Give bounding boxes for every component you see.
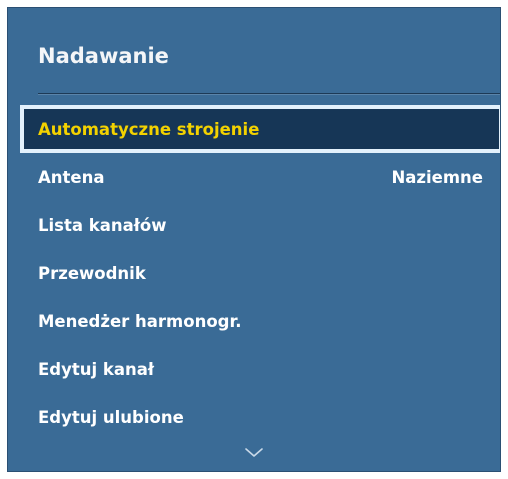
scroll-down-button[interactable]: [242, 445, 266, 461]
menu-item-schedule-manager[interactable]: Menedżer harmonogr.: [20, 297, 500, 345]
menu-item-label: Edytuj ulubione: [38, 407, 184, 427]
menu-list: Automatyczne strojenie Antena Naziemne L…: [20, 105, 500, 441]
menu-item-label: Edytuj kanał: [38, 359, 154, 379]
menu-item-channel-list[interactable]: Lista kanałów: [20, 201, 500, 249]
menu-item-guide[interactable]: Przewodnik: [20, 249, 500, 297]
broadcast-menu-panel: Nadawanie Automatyczne strojenie Antena …: [8, 8, 500, 471]
menu-item-label: Przewodnik: [38, 263, 146, 283]
menu-item-edit-favorites[interactable]: Edytuj ulubione: [20, 393, 500, 441]
chevron-down-icon: [245, 448, 263, 457]
menu-item-antenna[interactable]: Antena Naziemne: [20, 153, 500, 201]
menu-item-label: Antena: [38, 167, 105, 187]
antenna-value: Naziemne: [391, 167, 483, 187]
menu-item-label: Lista kanałów: [38, 215, 167, 235]
menu-item-label: Automatyczne strojenie: [38, 119, 260, 139]
menu-item-edit-channel[interactable]: Edytuj kanał: [20, 345, 500, 393]
menu-item-label: Menedżer harmonogr.: [38, 311, 242, 331]
menu-item-auto-tuning[interactable]: Automatyczne strojenie: [20, 105, 500, 153]
menu-title: Nadawanie: [38, 44, 169, 68]
title-divider: [38, 93, 500, 95]
